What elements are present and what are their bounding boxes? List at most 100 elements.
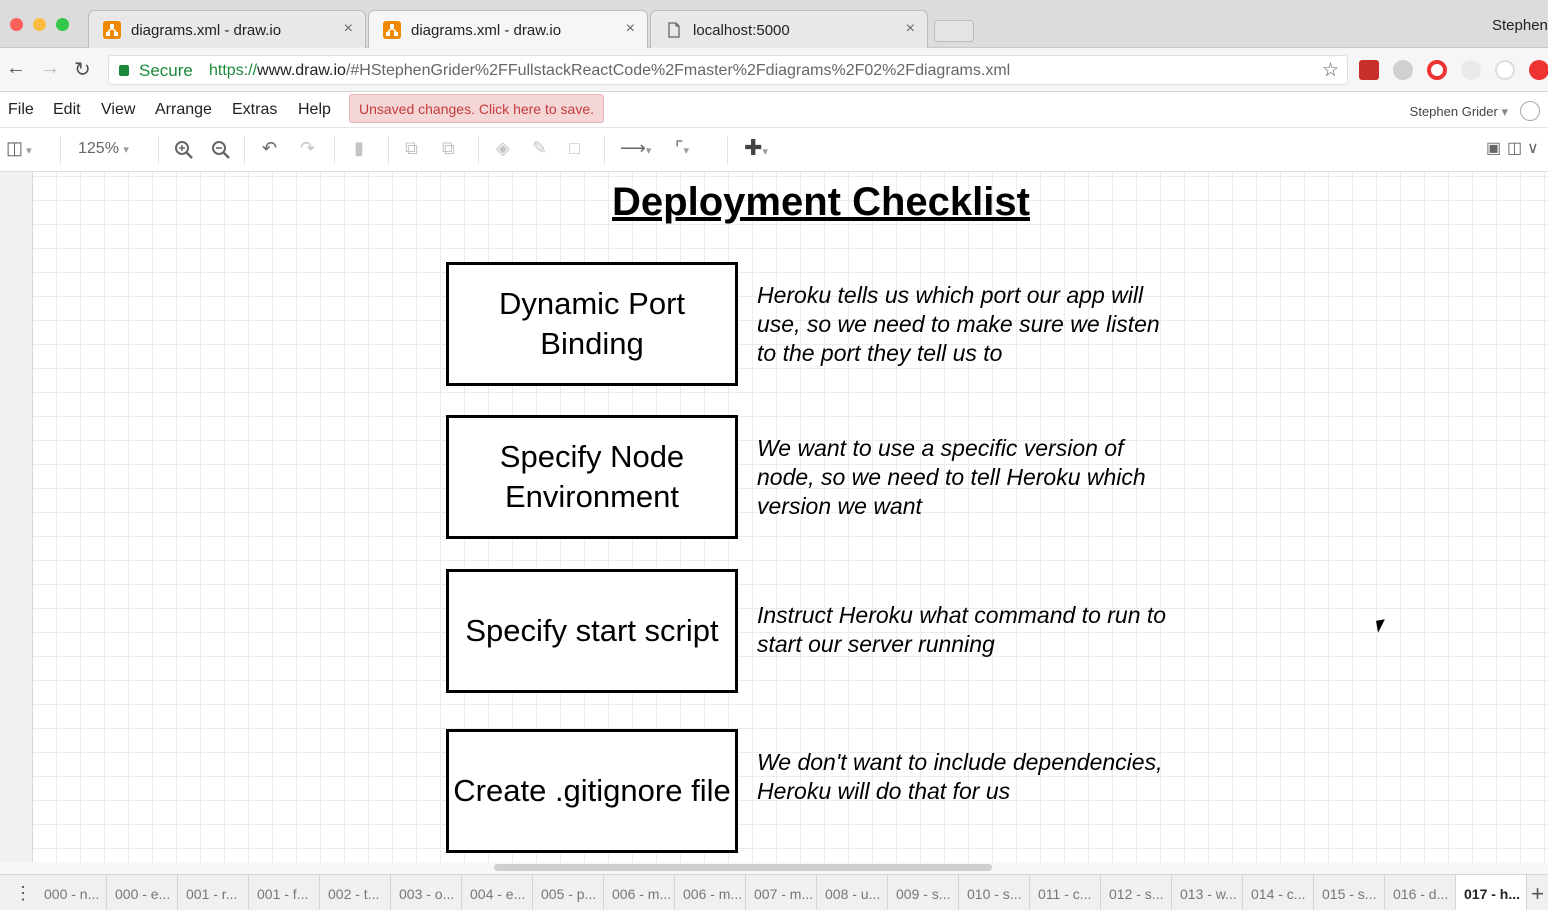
page-tab[interactable]: 006 - m... <box>604 875 675 910</box>
zoom-out-icon[interactable] <box>211 140 231 160</box>
fill-color-icon[interactable]: ◈ <box>496 138 510 159</box>
page-tab[interactable]: 002 - t... <box>320 875 391 910</box>
page-tabs-bar: ⋮ 000 - n... 000 - e... 001 - r... 001 - f.… <box>0 874 1548 910</box>
browser-tab-1[interactable]: diagrams.xml - draw.io × <box>88 10 366 48</box>
delete-icon[interactable]: ▮ <box>354 138 364 159</box>
page-tab[interactable]: 009 - s... <box>888 875 959 910</box>
checklist-desc-port-binding[interactable]: Heroku tells us which port our app will … <box>757 281 1177 368</box>
to-back-icon[interactable]: ⧉ <box>442 138 455 159</box>
page-favicon-icon <box>668 22 680 38</box>
format-toggle-icon[interactable]: ◫ <box>1507 138 1522 158</box>
horizontal-scrollbar[interactable] <box>0 862 1548 874</box>
browser-tab-3[interactable]: localhost:5000 × <box>650 10 928 48</box>
page-tab[interactable]: 007 - m... <box>746 875 817 910</box>
bookmark-star-icon[interactable]: ☆ <box>1322 59 1339 82</box>
toolbar-separator <box>478 136 479 164</box>
app-menu-bar: File Edit View Arrange Extras Help Unsav… <box>0 92 1548 128</box>
pages-menu-icon[interactable]: ⋮ <box>14 883 32 904</box>
address-bar-row: ← → ↻ Secure https://www.draw.io/#HSteph… <box>0 48 1548 92</box>
checklist-box-start-script[interactable]: Specify start script <box>446 569 738 693</box>
forward-icon[interactable]: → <box>40 57 60 80</box>
page-tab[interactable]: 000 - e... <box>107 875 178 910</box>
page-tab[interactable]: 005 - p... <box>533 875 604 910</box>
close-tab-icon[interactable]: × <box>906 20 915 38</box>
zoom-level-select[interactable]: 125% ▾ <box>78 140 129 158</box>
menu-arrange[interactable]: Arrange <box>155 101 212 119</box>
add-page-icon[interactable]: + <box>1531 881 1544 907</box>
close-tab-icon[interactable]: × <box>626 20 635 38</box>
menu-edit[interactable]: Edit <box>53 101 81 119</box>
lastpass-extension-icon[interactable] <box>1359 60 1379 80</box>
page-tab[interactable]: 000 - n... <box>36 875 107 910</box>
opera-extension-icon[interactable] <box>1427 60 1447 80</box>
new-tab-button[interactable] <box>934 20 974 42</box>
tab-title: localhost:5000 <box>693 22 790 39</box>
page-tab[interactable]: 004 - e... <box>462 875 533 910</box>
profile-name[interactable]: Stephen <box>1492 17 1548 34</box>
shadow-icon[interactable]: □ <box>569 138 580 159</box>
pinterest-extension-icon[interactable] <box>1495 60 1515 80</box>
diagram-title[interactable]: Deployment Checklist <box>0 180 1548 225</box>
canvas-left-gutter <box>0 172 33 862</box>
insert-plus-icon[interactable]: ✚▾ <box>744 135 768 161</box>
collapse-chevron-icon[interactable]: ∨ <box>1527 138 1539 158</box>
back-icon[interactable]: ← <box>6 57 26 80</box>
close-tab-icon[interactable]: × <box>344 20 353 38</box>
checklist-desc-start-script[interactable]: Instruct Heroku what command to run to s… <box>757 601 1177 659</box>
language-globe-icon[interactable] <box>1520 101 1540 121</box>
connection-arrow-icon[interactable]: ⟶▾ <box>620 138 651 159</box>
menu-file[interactable]: File <box>8 101 34 119</box>
url-path: /#HStephenGrider%2FFullstackReactCode%2F… <box>345 62 1011 79</box>
page-tab[interactable]: 006 - m... <box>675 875 746 910</box>
fullscreen-icon[interactable]: ▣ <box>1486 138 1501 158</box>
line-color-icon[interactable]: ✎ <box>532 138 547 159</box>
menu-help[interactable]: Help <box>298 101 331 119</box>
minimize-window-button[interactable] <box>33 18 46 31</box>
link-extension-icon[interactable] <box>1461 60 1481 80</box>
page-tab[interactable]: 014 - c... <box>1243 875 1314 910</box>
page-tab[interactable]: 001 - r... <box>178 875 249 910</box>
scrollbar-thumb[interactable] <box>494 864 992 871</box>
url-bar[interactable]: Secure https://www.draw.io/#HStephenGrid… <box>108 55 1348 85</box>
undo-icon[interactable]: ↶ <box>262 138 277 159</box>
page-tab[interactable]: 008 - u... <box>817 875 888 910</box>
cloud-extension-icon[interactable] <box>1393 60 1413 80</box>
url-text[interactable]: https://www.draw.io/#HStephenGrider%2FFu… <box>209 62 1010 80</box>
page-tab[interactable]: 017 - h... <box>1456 875 1527 910</box>
to-front-icon[interactable]: ⧉ <box>405 138 418 159</box>
page-tab[interactable]: 012 - s... <box>1101 875 1172 910</box>
checklist-desc-gitignore[interactable]: We don't want to include dependencies, H… <box>757 748 1177 806</box>
toolbar-separator <box>388 136 389 164</box>
page-tab[interactable]: 010 - s... <box>959 875 1030 910</box>
tab-title: diagrams.xml - draw.io <box>411 22 562 39</box>
toolbar-separator <box>244 136 245 164</box>
maximize-window-button[interactable] <box>56 18 69 31</box>
waypoints-icon[interactable]: ⌜▾ <box>675 138 689 159</box>
url-protocol: https:// <box>209 62 258 79</box>
secure-label: Secure <box>139 61 193 80</box>
reload-icon[interactable]: ↻ <box>74 57 91 82</box>
adblock-extension-icon[interactable] <box>1529 60 1548 80</box>
checklist-box-port-binding[interactable]: Dynamic Port Binding <box>446 262 738 386</box>
toolbar-separator <box>158 136 159 164</box>
user-menu[interactable]: Stephen Grider ▾ <box>1410 104 1508 120</box>
checklist-box-node-environment[interactable]: Specify Node Environment <box>446 415 738 539</box>
format-panel-icon[interactable]: ◫ ▾ <box>6 138 32 159</box>
menu-extras[interactable]: Extras <box>232 101 277 119</box>
page-tab[interactable]: 003 - o... <box>391 875 462 910</box>
redo-icon[interactable]: ↷ <box>300 138 315 159</box>
close-window-button[interactable] <box>10 18 23 31</box>
menu-view[interactable]: View <box>101 101 135 119</box>
page-tab[interactable]: 001 - f... <box>249 875 320 910</box>
page-tab[interactable]: 013 - w... <box>1172 875 1243 910</box>
unsaved-changes-button[interactable]: Unsaved changes. Click here to save. <box>349 94 605 123</box>
page-tab[interactable]: 016 - d... <box>1385 875 1456 910</box>
page-tab[interactable]: 015 - s... <box>1314 875 1385 910</box>
url-host: www.draw.io <box>257 62 346 79</box>
checklist-box-gitignore[interactable]: Create .gitignore file <box>446 729 738 853</box>
zoom-in-icon[interactable] <box>174 140 194 160</box>
browser-tab-2-active[interactable]: diagrams.xml - draw.io × <box>368 10 648 48</box>
toolbar-separator <box>604 136 605 164</box>
checklist-desc-node-environment[interactable]: We want to use a specific version of nod… <box>757 434 1177 521</box>
page-tab[interactable]: 011 - c... <box>1030 875 1101 910</box>
